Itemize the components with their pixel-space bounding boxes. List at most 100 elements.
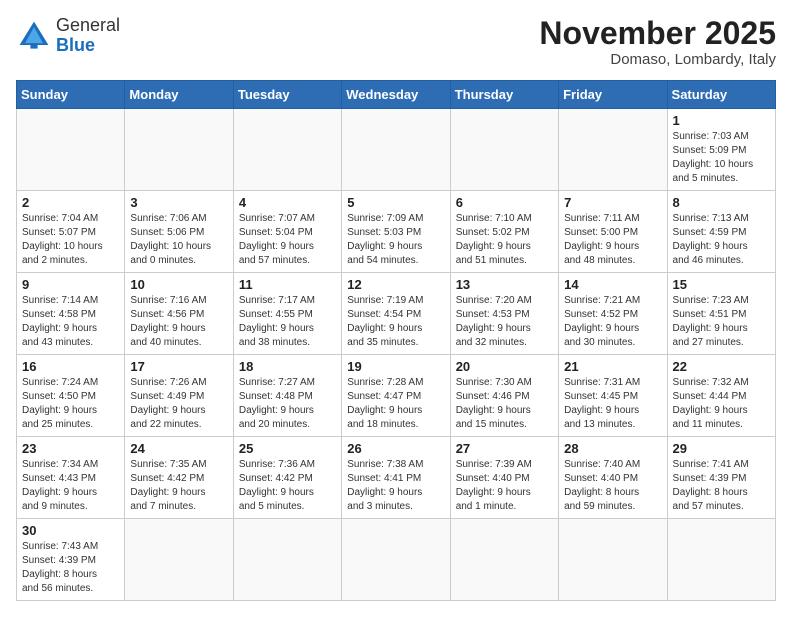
week-row-3: 9 Sunrise: 7:14 AM Sunset: 4:58 PM Daylig… xyxy=(17,273,776,355)
calendar-cell: 24Sunrise: 7:35 AM Sunset: 4:42 PM Dayli… xyxy=(125,437,233,519)
day-number: 18 xyxy=(239,359,336,374)
day-info: Sunrise: 7:20 AM Sunset: 4:53 PM Dayligh… xyxy=(456,294,553,350)
calendar-cell: 8 Sunrise: 7:13 AM Sunset: 4:59 PM Daylig… xyxy=(667,191,775,273)
day-number: 21 xyxy=(564,359,661,374)
week-row-1: 1 Sunrise: 7:03 AM Sunset: 5:09 PM Daylig… xyxy=(17,109,776,191)
day-number: 10 xyxy=(130,277,227,292)
calendar-cell xyxy=(125,519,233,601)
week-row-5: 23 Sunrise: 7:34 AM Sunset: 4:43 PM Dayli… xyxy=(17,437,776,519)
day-header-wednesday: Wednesday xyxy=(342,81,450,109)
day-info: Sunrise: 7:06 AM Sunset: 5:06 PM Dayligh… xyxy=(130,212,227,268)
day-number: 30 xyxy=(22,523,119,538)
day-number: 16 xyxy=(22,359,119,374)
calendar-cell: 5 Sunrise: 7:09 AM Sunset: 5:03 PM Daylig… xyxy=(342,191,450,273)
day-info: Sunrise: 7:40 AM Sunset: 4:40 PM Dayligh… xyxy=(564,458,661,514)
day-info: Sunrise: 7:24 AM Sunset: 4:50 PM Dayligh… xyxy=(22,376,119,432)
calendar-cell: 2 Sunrise: 7:04 AM Sunset: 5:07 PM Daylig… xyxy=(17,191,125,273)
day-number: 1 xyxy=(673,113,770,128)
calendar-cell: 9 Sunrise: 7:14 AM Sunset: 4:58 PM Daylig… xyxy=(17,273,125,355)
calendar-cell xyxy=(17,109,125,191)
day-info: Sunrise: 7:43 AM Sunset: 4:39 PM Dayligh… xyxy=(22,540,119,596)
calendar-cell: 16 Sunrise: 7:24 AM Sunset: 4:50 PM Dayli… xyxy=(17,355,125,437)
day-number: 22 xyxy=(673,359,770,374)
calendar-cell: 29Sunrise: 7:41 AM Sunset: 4:39 PM Dayli… xyxy=(667,437,775,519)
day-number: 9 xyxy=(22,277,119,292)
day-header-saturday: Saturday xyxy=(667,81,775,109)
calendar-cell: 17Sunrise: 7:26 AM Sunset: 4:49 PM Dayli… xyxy=(125,355,233,437)
day-number: 4 xyxy=(239,195,336,210)
calendar-cell: 7 Sunrise: 7:11 AM Sunset: 5:00 PM Daylig… xyxy=(559,191,667,273)
calendar-cell xyxy=(233,109,341,191)
calendar-cell: 6Sunrise: 7:10 AM Sunset: 5:02 PM Daylig… xyxy=(450,191,558,273)
calendar-table: SundayMondayTuesdayWednesdayThursdayFrid… xyxy=(16,80,776,601)
calendar-header: SundayMondayTuesdayWednesdayThursdayFrid… xyxy=(17,81,776,109)
day-info: Sunrise: 7:23 AM Sunset: 4:51 PM Dayligh… xyxy=(673,294,770,350)
day-info: Sunrise: 7:32 AM Sunset: 4:44 PM Dayligh… xyxy=(673,376,770,432)
day-number: 11 xyxy=(239,277,336,292)
day-number: 3 xyxy=(130,195,227,210)
logo-blue: Blue xyxy=(56,35,95,55)
calendar-cell: 27Sunrise: 7:39 AM Sunset: 4:40 PM Dayli… xyxy=(450,437,558,519)
calendar-cell: 28 Sunrise: 7:40 AM Sunset: 4:40 PM Dayli… xyxy=(559,437,667,519)
day-number: 2 xyxy=(22,195,119,210)
calendar-cell: 18 Sunrise: 7:27 AM Sunset: 4:48 PM Dayli… xyxy=(233,355,341,437)
day-info: Sunrise: 7:11 AM Sunset: 5:00 PM Dayligh… xyxy=(564,212,661,268)
calendar-cell: 12 Sunrise: 7:19 AM Sunset: 4:54 PM Dayli… xyxy=(342,273,450,355)
day-info: Sunrise: 7:04 AM Sunset: 5:07 PM Dayligh… xyxy=(22,212,119,268)
calendar-cell: 15 Sunrise: 7:23 AM Sunset: 4:51 PM Dayli… xyxy=(667,273,775,355)
day-info: Sunrise: 7:30 AM Sunset: 4:46 PM Dayligh… xyxy=(456,376,553,432)
calendar-cell xyxy=(233,519,341,601)
calendar-cell: 30 Sunrise: 7:43 AM Sunset: 4:39 PM Dayli… xyxy=(17,519,125,601)
day-number: 28 xyxy=(564,441,661,456)
day-number: 17 xyxy=(130,359,227,374)
calendar-cell: 21 Sunrise: 7:31 AM Sunset: 4:45 PM Dayli… xyxy=(559,355,667,437)
day-info: Sunrise: 7:19 AM Sunset: 4:54 PM Dayligh… xyxy=(347,294,444,350)
calendar-cell xyxy=(559,519,667,601)
calendar-cell xyxy=(450,519,558,601)
day-number: 5 xyxy=(347,195,444,210)
day-info: Sunrise: 7:34 AM Sunset: 4:43 PM Dayligh… xyxy=(22,458,119,514)
day-number: 23 xyxy=(22,441,119,456)
day-header-friday: Friday xyxy=(559,81,667,109)
day-number: 15 xyxy=(673,277,770,292)
day-info: Sunrise: 7:17 AM Sunset: 4:55 PM Dayligh… xyxy=(239,294,336,350)
day-info: Sunrise: 7:09 AM Sunset: 5:03 PM Dayligh… xyxy=(347,212,444,268)
day-header-sunday: Sunday xyxy=(17,81,125,109)
calendar-cell: 4 Sunrise: 7:07 AM Sunset: 5:04 PM Daylig… xyxy=(233,191,341,273)
calendar-body: 1 Sunrise: 7:03 AM Sunset: 5:09 PM Daylig… xyxy=(17,109,776,601)
calendar-cell xyxy=(342,109,450,191)
day-number: 20 xyxy=(456,359,553,374)
day-info: Sunrise: 7:36 AM Sunset: 4:42 PM Dayligh… xyxy=(239,458,336,514)
week-row-2: 2 Sunrise: 7:04 AM Sunset: 5:07 PM Daylig… xyxy=(17,191,776,273)
calendar-cell: 1 Sunrise: 7:03 AM Sunset: 5:09 PM Daylig… xyxy=(667,109,775,191)
calendar-cell: 23 Sunrise: 7:34 AM Sunset: 4:43 PM Dayli… xyxy=(17,437,125,519)
days-of-week-row: SundayMondayTuesdayWednesdayThursdayFrid… xyxy=(17,81,776,109)
location: Domaso, Lombardy, Italy xyxy=(539,51,776,68)
day-number: 8 xyxy=(673,195,770,210)
calendar-cell xyxy=(342,519,450,601)
calendar-cell: 19Sunrise: 7:28 AM Sunset: 4:47 PM Dayli… xyxy=(342,355,450,437)
day-number: 29 xyxy=(673,441,770,456)
calendar-cell: 20 Sunrise: 7:30 AM Sunset: 4:46 PM Dayli… xyxy=(450,355,558,437)
day-number: 6 xyxy=(456,195,553,210)
day-number: 25 xyxy=(239,441,336,456)
day-info: Sunrise: 7:27 AM Sunset: 4:48 PM Dayligh… xyxy=(239,376,336,432)
logo-text: General Blue xyxy=(56,16,120,56)
day-number: 12 xyxy=(347,277,444,292)
day-number: 27 xyxy=(456,441,553,456)
calendar-cell xyxy=(125,109,233,191)
day-info: Sunrise: 7:03 AM Sunset: 5:09 PM Dayligh… xyxy=(673,130,770,186)
logo-general: General xyxy=(56,15,120,35)
day-info: Sunrise: 7:31 AM Sunset: 4:45 PM Dayligh… xyxy=(564,376,661,432)
day-info: Sunrise: 7:21 AM Sunset: 4:52 PM Dayligh… xyxy=(564,294,661,350)
day-number: 14 xyxy=(564,277,661,292)
title-section: November 2025 Domaso, Lombardy, Italy xyxy=(539,16,776,68)
day-number: 7 xyxy=(564,195,661,210)
day-info: Sunrise: 7:07 AM Sunset: 5:04 PM Dayligh… xyxy=(239,212,336,268)
day-info: Sunrise: 7:14 AM Sunset: 4:58 PM Dayligh… xyxy=(22,294,119,350)
calendar-cell: 10Sunrise: 7:16 AM Sunset: 4:56 PM Dayli… xyxy=(125,273,233,355)
calendar-cell xyxy=(667,519,775,601)
day-number: 24 xyxy=(130,441,227,456)
day-info: Sunrise: 7:13 AM Sunset: 4:59 PM Dayligh… xyxy=(673,212,770,268)
week-row-4: 16 Sunrise: 7:24 AM Sunset: 4:50 PM Dayli… xyxy=(17,355,776,437)
